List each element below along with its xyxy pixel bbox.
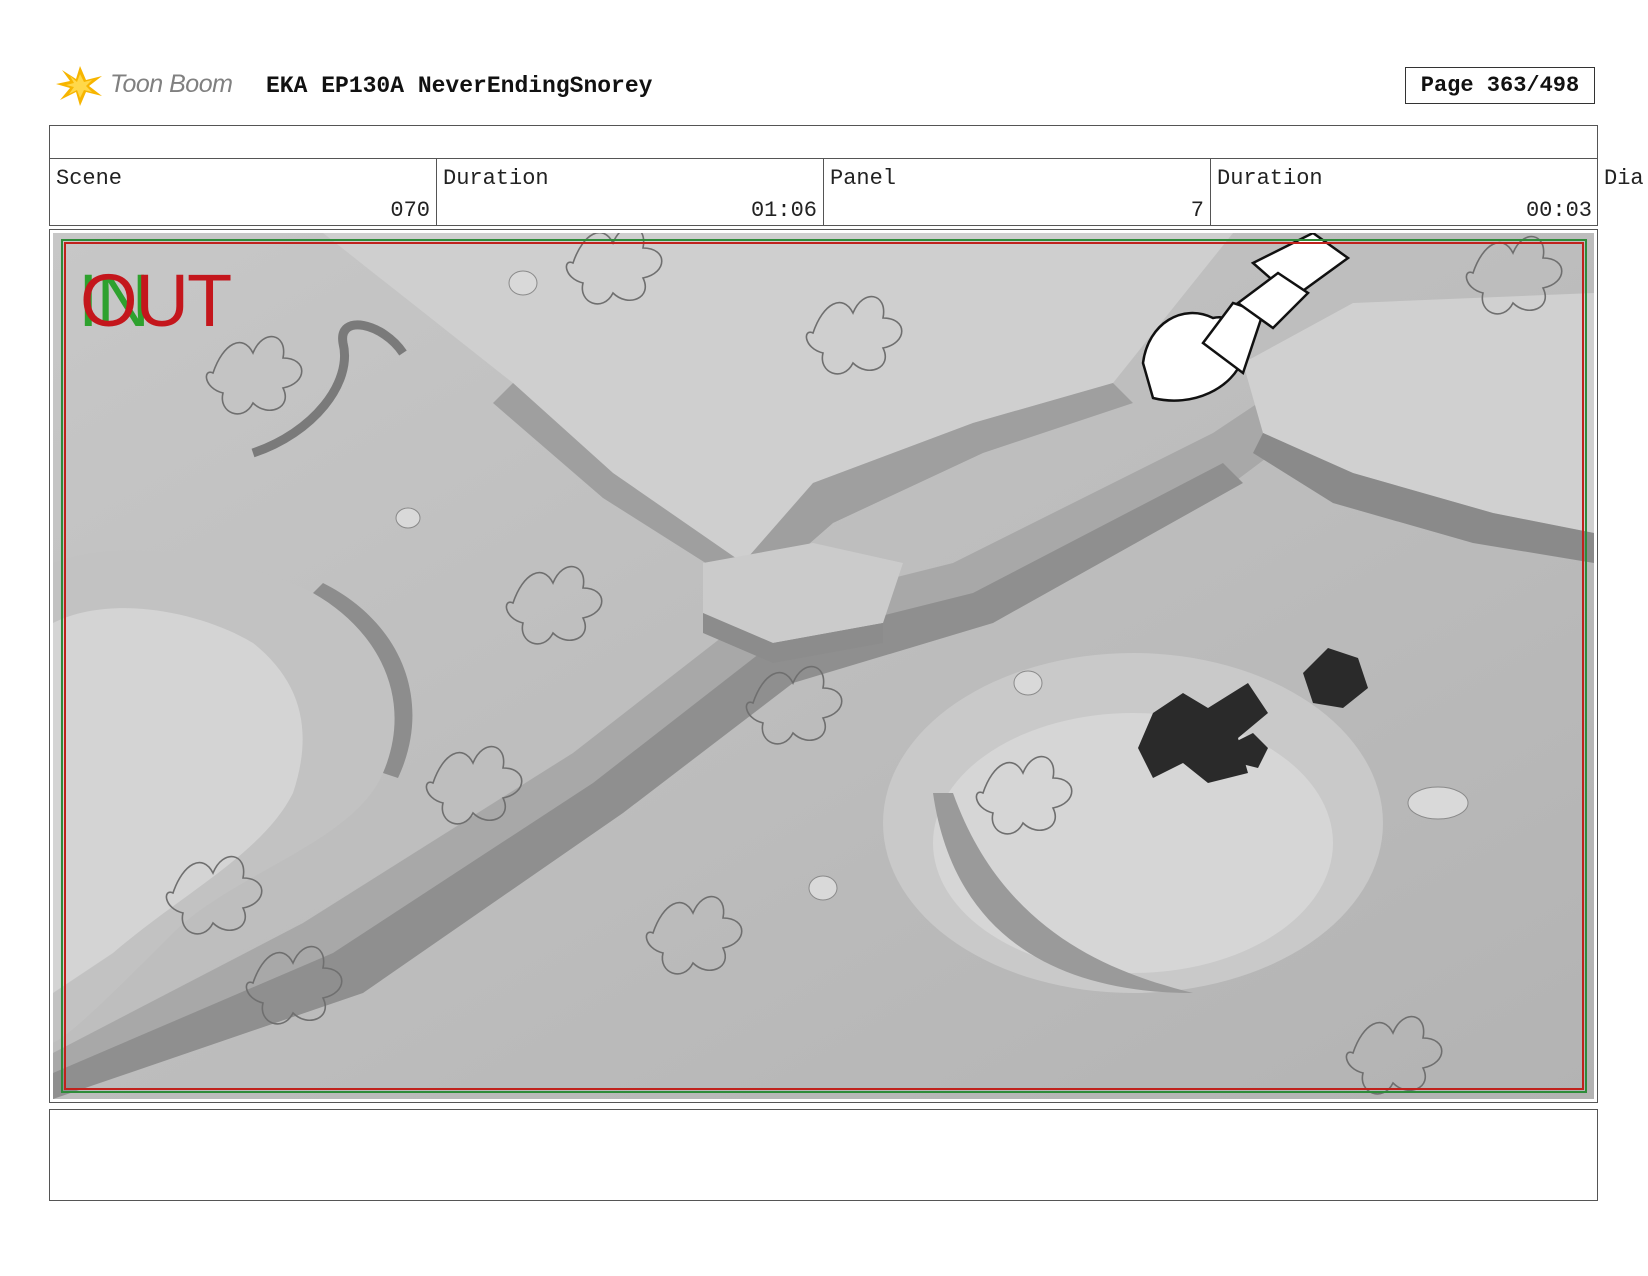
scene-duration-label: Duration (443, 166, 549, 191)
scene-duration-cell: Duration 01:06 (437, 158, 824, 225)
panel-notes-box (49, 1109, 1598, 1201)
scene-label: Scene (56, 166, 123, 191)
scene-value: 070 (390, 198, 430, 223)
info-header-row (49, 125, 1598, 159)
document-title: EKA EP130A NeverEndingSnorey (266, 73, 653, 99)
jungle-terrain-render (53, 233, 1594, 1099)
page-indicator: Page 363/498 (1405, 67, 1595, 104)
dialogue-label-truncated: Dia (1604, 166, 1644, 191)
storyboard-panel-image (53, 233, 1594, 1099)
panel-value: 7 (1190, 198, 1204, 223)
panel-duration-cell: Duration 00:03 (1211, 158, 1598, 225)
out-marker: OUT (80, 259, 232, 342)
panel-duration-value: 00:03 (1525, 198, 1592, 223)
panel-cell: Panel 7 (824, 158, 1211, 225)
brand-name: Toon Boom (110, 70, 233, 98)
panel-label: Panel (830, 166, 897, 191)
scene-cell: Scene 070 (50, 158, 437, 225)
scene-duration-value: 01:06 (750, 198, 817, 223)
scene-info-row: Scene 070 Duration 01:06 Panel 7 Duratio… (49, 158, 1598, 226)
panel-duration-label: Duration (1217, 166, 1323, 191)
